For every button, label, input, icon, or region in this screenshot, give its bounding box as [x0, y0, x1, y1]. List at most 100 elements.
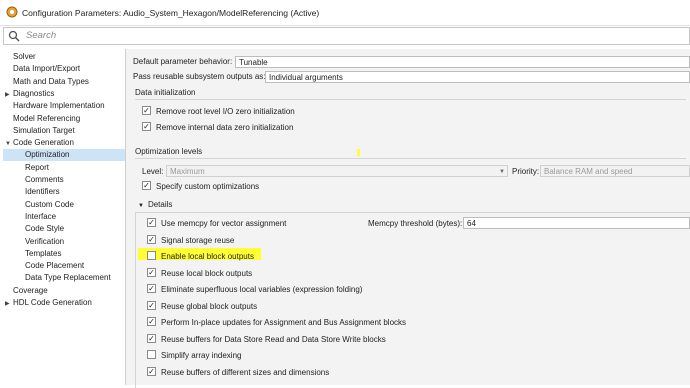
expand-arrow-icon[interactable]: ▶ [5, 298, 13, 310]
sidebar-item-label: Simulation Target [13, 125, 75, 135]
title-bar: Configuration Parameters: Audio_System_H… [0, 0, 690, 26]
pass-reusable-label: Pass reusable subsystem outputs as: [133, 72, 266, 81]
check-icon: ✓ [142, 122, 151, 132]
sidebar-item-label: HDL Code Generation [13, 298, 92, 307]
priority-value: Balance RAM and speed [544, 167, 633, 176]
sidebar-item-identifiers[interactable]: Identifiers [3, 186, 125, 198]
sidebar-item-model-referencing[interactable]: Model Referencing [3, 113, 125, 125]
sidebar-item-data-import-export[interactable]: Data Import/Export [3, 63, 125, 75]
optimization-panel: Default parameter behavior: Tunable Pass… [126, 49, 690, 388]
data-init-header: Data initialization [135, 87, 686, 100]
details-option-checkbox[interactable]: Simplify array indexing [147, 350, 241, 362]
details-option-checkbox[interactable]: ✓ Reuse buffers for Data Store Read and D… [147, 334, 386, 346]
checkbox-label: Reuse local block outputs [161, 269, 253, 278]
details-option-checkbox[interactable]: ✓ Signal storage reuse [147, 235, 234, 247]
checkbox-label: Eliminate superfluous local variables (e… [161, 285, 363, 294]
checkbox-label: Reuse buffers of different sizes and dim… [161, 368, 330, 377]
specify-custom-checkbox[interactable]: ✓ Specify custom optimizations [142, 181, 259, 193]
check-icon: ✓ [147, 268, 156, 278]
sidebar-item-solver[interactable]: Solver [3, 51, 125, 63]
sidebar-item-simulation-target[interactable]: Simulation Target [3, 125, 125, 137]
remove-root-io-checkbox[interactable]: ✓ Remove root level I/O zero initializati… [142, 106, 295, 118]
check-icon: ✓ [147, 235, 156, 245]
details-toggle[interactable]: ▼ Details [138, 199, 172, 211]
details-option-checkbox[interactable]: Enable local block outputs [147, 251, 254, 263]
sidebar-item-templates[interactable]: Templates [3, 248, 125, 260]
sidebar-item-hardware-implementation[interactable]: Hardware Implementation [3, 100, 125, 112]
check-icon: ✓ [147, 284, 156, 294]
priority-select[interactable]: Balance RAM and speed [540, 165, 690, 177]
sidebar-item-code-generation[interactable]: ▼ Code Generation [3, 137, 125, 149]
search-input[interactable] [26, 29, 666, 42]
chevron-down-icon: ▼ [499, 169, 505, 175]
sidebar-item-math-and-data-types[interactable]: Math and Data Types [3, 76, 125, 88]
check-icon: ✓ [147, 218, 156, 228]
sidebar-item-label: Identifiers [25, 187, 60, 197]
memcpy-threshold-value: 64 [467, 219, 476, 228]
sidebar-item-label: Solver [13, 52, 36, 61]
checkbox-label: Use memcpy for vector assignment [161, 219, 287, 228]
priority-label: Priority: [512, 167, 540, 176]
sidebar-item-data-type-replacement[interactable]: Data Type Replacement [3, 272, 125, 284]
sidebar-item-diagnostics[interactable]: ▶ Diagnostics [3, 88, 125, 100]
check-icon: ✓ [142, 106, 151, 116]
pass-reusable-select[interactable]: Individual arguments [265, 71, 690, 83]
details-option-checkbox[interactable]: ✓ Reuse local block outputs [147, 268, 252, 280]
sidebar-item-label: Interface [25, 211, 57, 221]
chevron-down-icon: ▼ [138, 203, 144, 209]
default-param-select[interactable]: Tunable [235, 56, 690, 68]
sidebar-item-optimization[interactable]: Optimization [3, 149, 125, 162]
app-icon [6, 6, 18, 18]
sidebar-item-label: Diagnostics [13, 88, 55, 98]
level-select[interactable]: Maximum ▼ [166, 165, 508, 177]
default-param-label: Default parameter behavior: [133, 57, 233, 66]
default-param-value: Tunable [239, 58, 268, 67]
check-icon: ✓ [147, 367, 156, 377]
expand-arrow-icon[interactable]: ▶ [5, 89, 13, 101]
memcpy-threshold-label: Memcpy threshold (bytes): [368, 219, 463, 228]
checkbox-label: Perform In-place updates for Assignment … [161, 318, 407, 327]
window-title: Configuration Parameters: Audio_System_H… [22, 8, 320, 18]
empty-checkbox-icon [147, 251, 156, 261]
opt-levels-header: Optimization levels [135, 146, 686, 159]
sidebar-item-label: Verification [25, 236, 65, 246]
checkbox-label: Remove internal data zero initialization [156, 123, 294, 132]
sidebar-item-label: Model Referencing [13, 113, 81, 123]
sidebar-item-comments[interactable]: Comments [3, 174, 125, 186]
highlight-mark [357, 149, 360, 156]
details-option-checkbox[interactable]: ✓ Perform In-place updates for Assignment… [147, 317, 406, 329]
checkbox-label: Signal storage reuse [161, 236, 235, 245]
sidebar-item-code-placement[interactable]: Code Placement [3, 260, 125, 272]
data-init-header-text: Data initialization [135, 88, 196, 97]
sidebar-item-label: Hardware Implementation [13, 101, 105, 111]
sidebar-item-interface[interactable]: Interface [3, 211, 125, 223]
collapse-arrow-icon[interactable]: ▼ [5, 138, 13, 150]
sidebar-item-code-style[interactable]: Code Style [3, 223, 125, 235]
level-label: Level: [142, 167, 164, 176]
sidebar-item-coverage[interactable]: Coverage [3, 285, 125, 297]
checkbox-label: Remove root level I/O zero initializatio… [156, 107, 295, 116]
details-option-checkbox[interactable]: ✓ Reuse global block outputs [147, 301, 257, 313]
sidebar-item-report[interactable]: Report [3, 162, 125, 174]
level-value: Maximum [170, 167, 205, 176]
sidebar-item-label: Code Generation [13, 138, 74, 148]
sidebar-item-label: Report [25, 162, 50, 172]
details-option-checkbox[interactable]: ✓ Eliminate superfluous local variables (… [147, 284, 362, 296]
sidebar-item-custom-code[interactable]: Custom Code [3, 199, 125, 211]
checkbox-label: Reuse buffers for Data Store Read and Da… [161, 335, 386, 344]
memcpy-threshold-input[interactable]: 64 [463, 217, 690, 229]
sidebar-item-label: Coverage [13, 285, 48, 295]
sidebar-item-hdl-code-generation[interactable]: ▶ HDL Code Generation [3, 297, 125, 309]
sidebar-item-label: Data Import/Export [13, 64, 81, 74]
details-option-checkbox[interactable]: ✓ Use memcpy for vector assignment [147, 218, 286, 230]
remove-internal-data-checkbox[interactable]: ✓ Remove internal data zero initializatio… [142, 122, 293, 134]
sidebar-item-label: Math and Data Types [13, 76, 89, 86]
sidebar-item-label: Code Placement [25, 261, 85, 271]
empty-checkbox-icon [147, 350, 156, 360]
check-icon: ✓ [147, 317, 156, 327]
sidebar-item-label: Custom Code [25, 199, 74, 209]
sidebar-item-verification[interactable]: Verification [3, 236, 125, 248]
checkbox-label: Specify custom optimizations [156, 182, 260, 191]
details-option-checkbox[interactable]: ✓ Reuse buffers of different sizes and di… [147, 367, 329, 379]
sidebar-item-label: Comments [25, 175, 64, 184]
